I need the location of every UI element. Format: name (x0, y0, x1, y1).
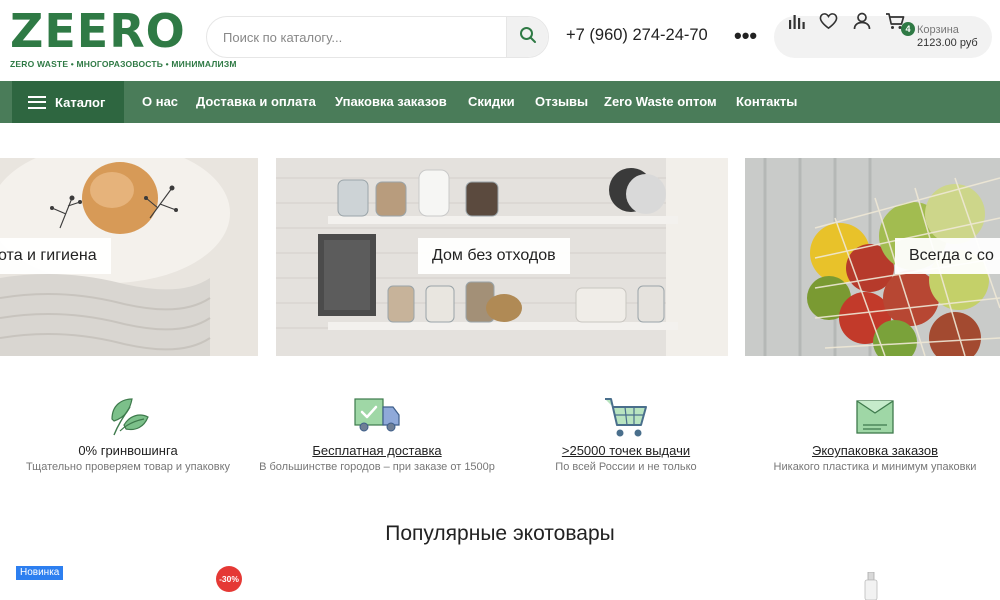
catalog-label: Каталог (55, 94, 106, 110)
leaf-icon (8, 395, 248, 439)
banner-label-home: Дом без отходов (418, 238, 570, 274)
nav-item-discounts[interactable]: Скидки (468, 81, 515, 123)
category-banner-reusable[interactable]: Всегда с со (745, 158, 1000, 356)
banner-label-reusable: Всегда с со (895, 238, 1000, 274)
feature-title[interactable]: Экоупаковка заказов (755, 443, 995, 458)
category-banner-home[interactable]: Дом без отходов (276, 158, 728, 356)
bottle-icon (864, 571, 878, 600)
nav-item-wholesale[interactable]: Zero Waste оптом (604, 81, 717, 123)
heart-icon[interactable] (817, 10, 839, 32)
discount-badge: -30% (216, 566, 242, 592)
search-bar (206, 16, 549, 58)
feature-description: Тщательно проверяем товар и упаковку (25, 461, 231, 473)
nav-item-contacts[interactable]: Контакты (736, 81, 797, 123)
eco-package-icon (755, 395, 995, 439)
search-icon (519, 26, 537, 49)
cart-count-badge: 4 (901, 22, 915, 36)
logo-tagline: ZERO WASTE • МНОГОРАЗОВОСТЬ • МИНИМАЛИЗМ (10, 59, 237, 69)
nav-item-reviews[interactable]: Отзывы (535, 81, 588, 123)
popular-section-title: Популярные экотовары (385, 522, 615, 545)
menu-icon (28, 95, 46, 109)
header: ZEERO ZERO WASTE • МНОГОРАЗОВОСТЬ • МИНИ… (0, 0, 1000, 80)
new-badge: Новинка (16, 566, 64, 580)
logo-wordmark: ZEERO (10, 4, 186, 58)
cart-label[interactable]: Корзина (917, 24, 959, 36)
feature-description: В большинстве городов – при заказе от 15… (259, 461, 495, 473)
compare-icon[interactable] (786, 10, 808, 32)
category-banner-hygiene[interactable]: ота и гигиена (0, 158, 258, 356)
nav-item-packaging[interactable]: Упаковка заказов (335, 81, 447, 123)
page: ZEERO ZERO WASTE • МНОГОРАЗОВОСТЬ • МИНИ… (0, 0, 1000, 600)
user-icon[interactable] (851, 10, 873, 32)
feature-title[interactable]: >25000 точек выдачи (506, 443, 746, 458)
feature-title[interactable]: Бесплатная доставка (257, 443, 497, 458)
shopping-cart-icon (506, 395, 746, 439)
phone-number[interactable]: +7 (960) 274-24-70 (566, 26, 708, 45)
feature-title: 0% гринвошинга (78, 443, 178, 458)
delivery-truck-icon (257, 395, 497, 439)
search-input[interactable] (207, 17, 507, 57)
feature-description: По всей России и не только (555, 461, 697, 473)
feature-description: Никакого пластика и минимум упаковки (773, 461, 977, 473)
product-image[interactable] (864, 571, 878, 600)
nav-item-delivery[interactable]: Доставка и оплата (196, 81, 316, 123)
logo[interactable]: ZEERO ZERO WASTE • МНОГОРАЗОВОСТЬ • МИНИ… (10, 4, 237, 69)
search-button[interactable] (506, 17, 548, 57)
banner-label-hygiene: ота и гигиена (0, 238, 111, 274)
main-navigation: Каталог О нас Доставка и оплата Упаковка… (0, 81, 1000, 123)
catalog-button[interactable]: Каталог (12, 81, 124, 123)
cart-total[interactable]: 2123.00 руб (917, 37, 978, 49)
more-menu-button[interactable]: ••• (734, 23, 757, 49)
nav-item-about[interactable]: О нас (142, 81, 178, 123)
